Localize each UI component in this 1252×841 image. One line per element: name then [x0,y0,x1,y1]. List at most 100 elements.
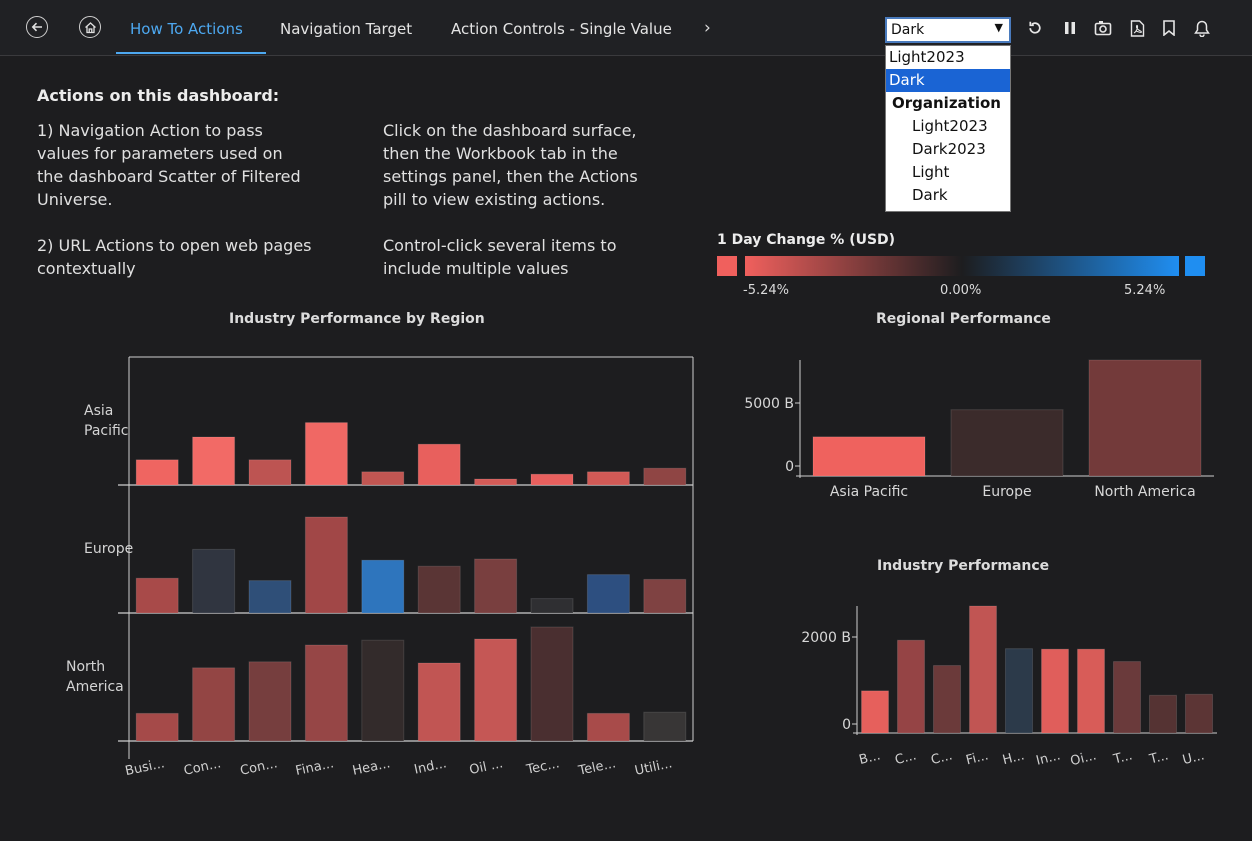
pdf-icon[interactable] [1127,17,1147,39]
refresh-icon[interactable] [1025,17,1045,39]
bar-asia-pacific[interactable] [361,471,405,486]
bar-north-america[interactable] [643,711,687,742]
bar[interactable] [861,690,889,734]
legend-mid-label: 0.00% [940,283,982,298]
legend-positive-swatch[interactable] [1185,256,1205,276]
bar-north-america[interactable] [304,644,348,742]
tab-action-controls-single-value[interactable]: Action Controls - Single Value [451,20,672,38]
x-tick-label: Con... [239,756,279,779]
bar[interactable] [1077,648,1105,734]
x-tick-label: C... [929,748,953,768]
bar[interactable] [1185,693,1213,734]
dropdown-option[interactable]: Dark2023 [886,138,1010,161]
x-tick-label: Fina... [294,756,335,779]
bar-europe[interactable] [248,580,292,614]
bar-europe[interactable] [643,578,687,614]
x-tick-label: Hea... [351,756,391,779]
bar-north-america[interactable] [135,712,179,742]
bar-europe[interactable] [474,558,518,614]
bar-europe[interactable] [586,574,630,614]
instruction-line: then the Workbook tab in the [383,144,618,163]
instruction-line: Click on the dashboard surface, [383,121,637,140]
back-icon[interactable] [26,16,48,38]
tab-navigation-target[interactable]: Navigation Target [280,20,412,38]
instructions-left-column: 1) Navigation Action to pass values for p… [37,119,367,280]
camera-icon[interactable] [1093,17,1113,39]
pause-icon[interactable] [1060,17,1080,39]
legend-gradient-bar[interactable] [745,256,1179,276]
dropdown-option[interactable]: Dark [886,69,1010,92]
x-tick-label: H... [1001,748,1026,768]
regional-performance-title: Regional Performance [876,311,1051,327]
bar-asia-pacific[interactable] [643,467,687,486]
instruction-line [37,211,367,234]
instruction-line: include multiple values [383,259,569,278]
bar[interactable] [1041,648,1069,734]
x-tick-label: Fi... [964,748,990,768]
theme-select[interactable]: Dark ▼ [885,17,1011,43]
bar[interactable] [812,436,926,477]
bar[interactable] [897,639,925,734]
bar-asia-pacific[interactable] [192,436,236,486]
chevron-right-icon[interactable]: › [704,18,711,38]
dropdown-option[interactable]: Light2023 [886,46,1010,69]
bar-asia-pacific[interactable] [248,459,292,486]
bar-asia-pacific[interactable] [530,473,574,486]
bar-north-america[interactable] [361,639,405,742]
x-tick-label: In... [1035,748,1062,768]
regional-performance-chart: 5000 B 0 Asia Pacific Europe North America [744,359,1214,500]
bar-asia-pacific[interactable] [474,478,518,486]
x-tick-label: T... [1147,748,1170,767]
dropdown-option[interactable]: Light [886,161,1010,184]
instruction-line: 2) URL Actions to open web pages [37,236,312,255]
x-tick-label: North America [1094,484,1195,500]
bar-europe[interactable] [135,577,179,614]
bar[interactable] [933,665,961,734]
bar[interactable] [1113,661,1141,734]
y-tick-label: 0 [785,459,794,475]
facet-label: North [66,659,105,675]
x-tick-label: Oi... [1069,748,1098,769]
active-tab-indicator [116,52,266,54]
tab-how-to-actions[interactable]: How To Actions [130,20,243,38]
instruction-line: Universe. [37,190,113,209]
bar-north-america[interactable] [417,662,461,742]
y-tick-label: 5000 B [744,396,794,412]
bar-north-america[interactable] [192,667,236,742]
instruction-line: values for parameters used on [37,144,283,163]
x-tick-label: Ind... [413,756,448,777]
bar-north-america[interactable] [474,638,518,742]
x-tick-label: B... [858,748,882,768]
bar-north-america[interactable] [530,626,574,742]
x-tick-label: Con... [182,756,222,779]
bell-icon[interactable] [1192,17,1212,39]
bar-europe[interactable] [192,548,236,614]
bar-europe[interactable] [361,559,405,614]
dropdown-option[interactable]: Dark [886,184,1010,207]
bar[interactable] [969,605,997,734]
bar-asia-pacific[interactable] [417,443,461,486]
bar-asia-pacific[interactable] [586,471,630,486]
bar-europe[interactable] [530,598,574,614]
legend-negative-swatch[interactable] [717,256,737,276]
bar-asia-pacific[interactable] [135,459,179,486]
bar-north-america[interactable] [586,712,630,742]
bar[interactable] [950,409,1064,477]
x-tick-label: Tele... [576,756,617,779]
facet-label: Europe [84,541,133,557]
instructions-right-column: Click on the dashboard surface, then the … [383,119,710,280]
bar-europe[interactable] [304,516,348,614]
bar-north-america[interactable] [248,661,292,742]
industry-by-region-chart: Asia Pacific Europe North America Busi... Con.… [66,356,694,779]
facet-label: America [66,679,124,695]
home-icon[interactable] [79,16,101,38]
bar[interactable] [1005,648,1033,734]
dropdown-option[interactable]: Light2023 [886,115,1010,138]
bookmark-icon[interactable] [1159,17,1179,39]
bar-europe[interactable] [417,565,461,614]
bar-asia-pacific[interactable] [304,422,348,486]
x-tick-label: Oil ... [468,756,504,778]
bar[interactable] [1149,694,1177,734]
bar[interactable] [1088,359,1202,477]
legend-max-label: 5.24% [1124,283,1166,298]
